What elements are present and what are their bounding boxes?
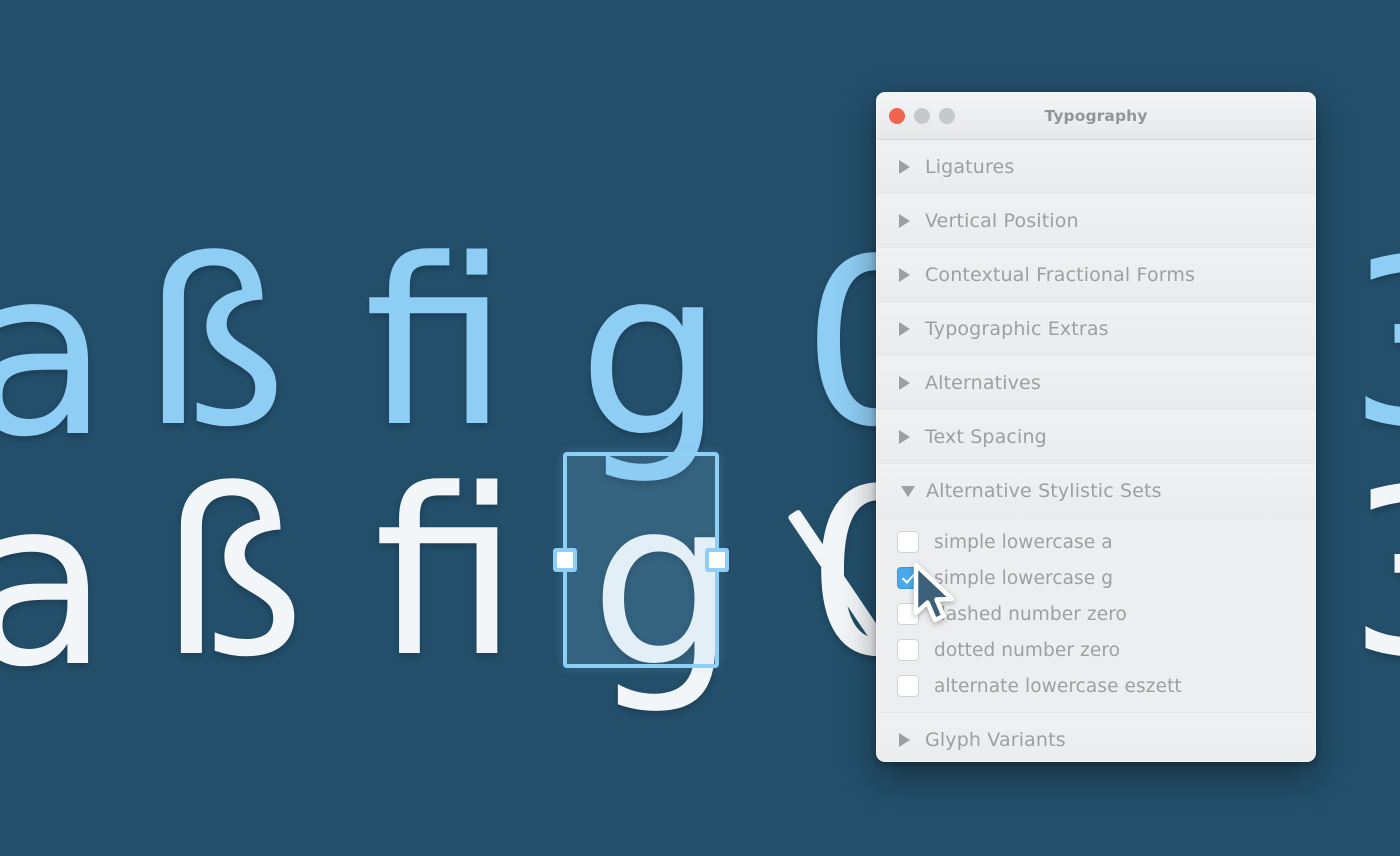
window-controls — [889, 108, 955, 124]
typography-panel: Typography Ligatures Vertical Position C… — [876, 92, 1316, 762]
section-row-text-spacing[interactable]: Text Spacing — [877, 410, 1315, 464]
section-row-ligatures[interactable]: Ligatures — [877, 140, 1315, 194]
checkbox-row-simple-lowercase-a[interactable]: simple lowercase a — [877, 524, 1315, 560]
checkbox-label: alternate lowercase eszett — [934, 675, 1182, 697]
glyph-alternate-eszett: ß — [160, 441, 305, 708]
zoom-button[interactable] — [939, 108, 955, 124]
checkbox-row-dashed-number-zero[interactable]: dashed number zero — [877, 596, 1315, 632]
glyph-default-three: 3 — [1348, 230, 1400, 460]
checkbox-row-alternate-lowercase-eszett[interactable]: alternate lowercase eszett — [877, 668, 1315, 704]
section-label: Contextual Fractional Forms — [925, 263, 1196, 286]
panel-body: Ligatures Vertical Position Contextual F… — [877, 140, 1315, 761]
section-row-alternatives[interactable]: Alternatives — [877, 356, 1315, 410]
section-label: Glyph Variants — [925, 729, 1066, 751]
checkbox-label: dotted number zero — [934, 639, 1121, 661]
section-row-typographic-extras[interactable]: Typographic Extras — [877, 302, 1315, 356]
section-label: Text Spacing — [925, 425, 1047, 448]
glyph-alternate-a: a — [0, 451, 109, 718]
section-label: Alternatives — [925, 371, 1041, 394]
glyph-default-fi: fi — [364, 211, 509, 478]
glyph-default-g: g — [578, 221, 724, 488]
chevron-right-icon — [899, 375, 910, 390]
glyph-default-eszett: ß — [142, 211, 287, 478]
selection-handle-left[interactable] — [553, 548, 577, 572]
section-row-glyph-variants[interactable]: Glyph Variants — [877, 713, 1315, 761]
chevron-down-icon — [901, 485, 915, 497]
chevron-right-icon — [899, 429, 910, 444]
chevron-right-icon — [899, 321, 910, 336]
slashed-zero-stroke — [787, 508, 883, 642]
chevron-right-icon — [899, 733, 910, 747]
chevron-right-icon — [899, 267, 910, 282]
checkbox-row-simple-lowercase-g[interactable]: simple lowercase g — [877, 560, 1315, 596]
screen-canvas: a ß fi g 0 3 a ß fi g 0 3 Typography — [0, 0, 1400, 856]
section-row-alternative-stylistic-sets[interactable]: Alternative Stylistic Sets — [877, 464, 1315, 518]
checkbox-row-dotted-number-zero[interactable]: dotted number zero — [877, 632, 1315, 668]
glyph-alternate-fi: fi — [374, 441, 519, 708]
close-button[interactable] — [889, 108, 905, 124]
section-label: Typographic Extras — [925, 317, 1109, 340]
checkbox-label: simple lowercase a — [934, 531, 1113, 553]
glyph-default-a: a — [0, 221, 109, 488]
chevron-right-icon — [899, 159, 910, 174]
checkbox-checked-icon[interactable] — [897, 567, 919, 589]
section-label: Ligatures — [925, 155, 1015, 178]
chevron-right-icon — [899, 213, 910, 228]
panel-titlebar[interactable]: Typography — [877, 93, 1315, 140]
glyph-alternate-three: 3 — [1348, 460, 1400, 690]
checkbox-unchecked-icon[interactable] — [897, 603, 919, 625]
stylistic-sets-list: simple lowercase a simple lowercase g da… — [877, 518, 1315, 712]
selection-handle-right[interactable] — [705, 548, 729, 572]
checkbox-label: dashed number zero — [934, 603, 1127, 625]
checkbox-unchecked-icon[interactable] — [897, 531, 919, 553]
checkbox-unchecked-icon[interactable] — [897, 675, 919, 697]
section-row-contextual-fractional-forms[interactable]: Contextual Fractional Forms — [877, 248, 1315, 302]
checkbox-label: simple lowercase g — [934, 567, 1114, 589]
section-label: Vertical Position — [925, 209, 1079, 232]
section-row-vertical-position[interactable]: Vertical Position — [877, 194, 1315, 248]
minimize-button[interactable] — [914, 108, 930, 124]
section-label: Alternative Stylistic Sets — [926, 480, 1162, 502]
checkbox-unchecked-icon[interactable] — [897, 639, 919, 661]
glyph-selection-box[interactable] — [553, 452, 729, 668]
